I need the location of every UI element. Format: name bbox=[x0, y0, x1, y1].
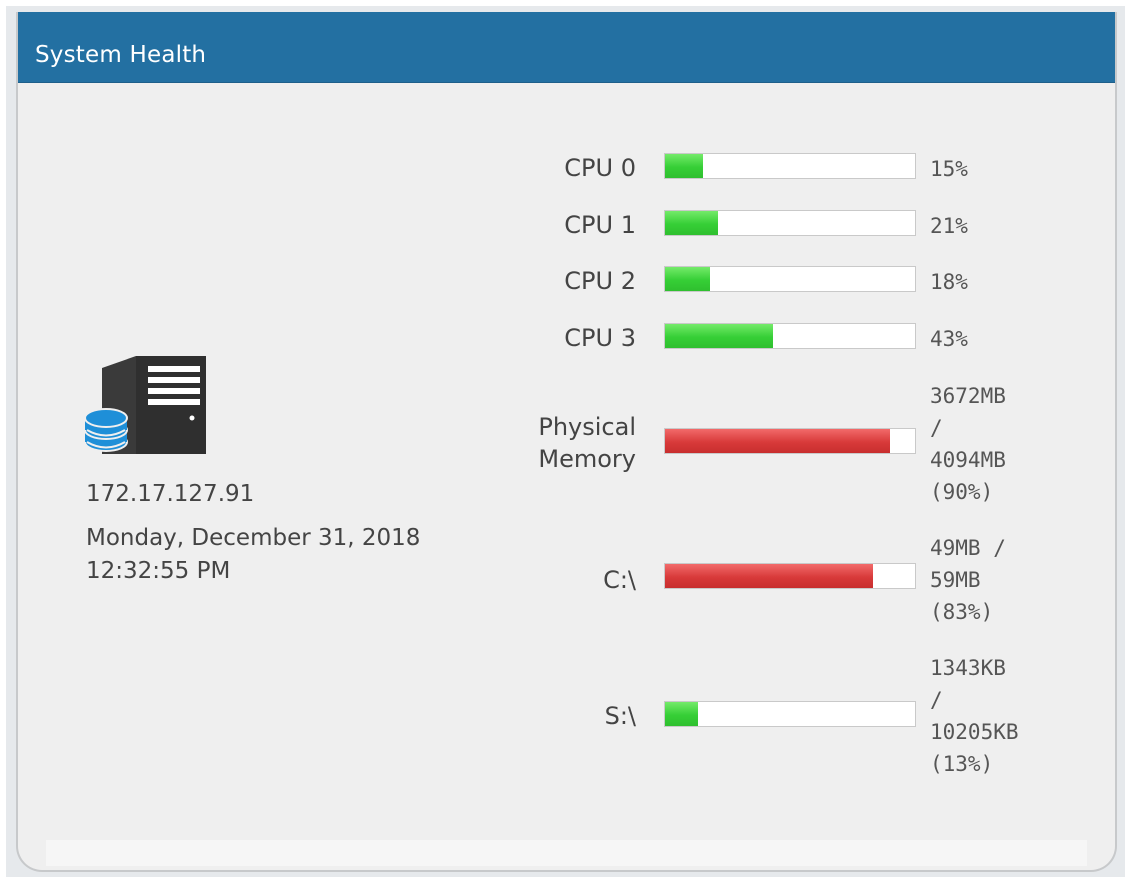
metric-label-cpu-3: CPU 3 bbox=[564, 324, 636, 352]
metric-fill-physical-memory bbox=[665, 429, 890, 453]
metric-label-drive-s: S:\ bbox=[604, 702, 636, 730]
metric-bar-cpu-2 bbox=[664, 266, 916, 292]
server-database-icon bbox=[84, 356, 206, 454]
metric-bar-physical-memory bbox=[664, 428, 916, 454]
metric-bar-cpu-1 bbox=[664, 210, 916, 236]
panel-title: System Health bbox=[35, 42, 207, 68]
metric-label-drive-c: C:\ bbox=[603, 566, 636, 594]
host-datetime: Monday, December 31, 2018 12:32:55 PM bbox=[86, 525, 421, 584]
panel-header[interactable]: System Health bbox=[18, 12, 1115, 83]
metric-value-cpu-1: 21% bbox=[930, 214, 968, 238]
metric-bar-drive-c bbox=[664, 563, 916, 589]
metric-fill-cpu-2 bbox=[665, 267, 710, 291]
metric-label-cpu-0: CPU 0 bbox=[564, 154, 636, 182]
metric-fill-drive-s bbox=[665, 702, 698, 726]
metric-label-physical-memory: Physical Memory bbox=[538, 413, 636, 473]
metric-label-cpu-2: CPU 2 bbox=[564, 267, 636, 295]
host-ip-address: 172.17.127.91 bbox=[86, 481, 255, 507]
metric-value-cpu-2: 18% bbox=[930, 270, 968, 294]
metric-bar-cpu-3 bbox=[664, 323, 916, 349]
metric-value-drive-c: 49MB / 59MB (83%) bbox=[930, 536, 1006, 624]
metric-value-drive-s: 1343KB / 10205KB (13%) bbox=[930, 656, 1019, 776]
metric-bar-cpu-0 bbox=[664, 153, 916, 179]
metric-fill-cpu-0 bbox=[665, 154, 703, 178]
panel-footer bbox=[46, 840, 1087, 866]
metric-value-cpu-3: 43% bbox=[930, 327, 968, 351]
metric-bar-drive-s bbox=[664, 701, 916, 727]
metric-value-physical-memory: 3672MB / 4094MB (90%) bbox=[930, 384, 1006, 504]
metric-label-cpu-1: CPU 1 bbox=[564, 211, 636, 239]
metric-value-cpu-0: 15% bbox=[930, 157, 968, 181]
metric-fill-drive-c bbox=[665, 564, 873, 588]
metric-fill-cpu-1 bbox=[665, 211, 718, 235]
metric-fill-cpu-3 bbox=[665, 324, 773, 348]
